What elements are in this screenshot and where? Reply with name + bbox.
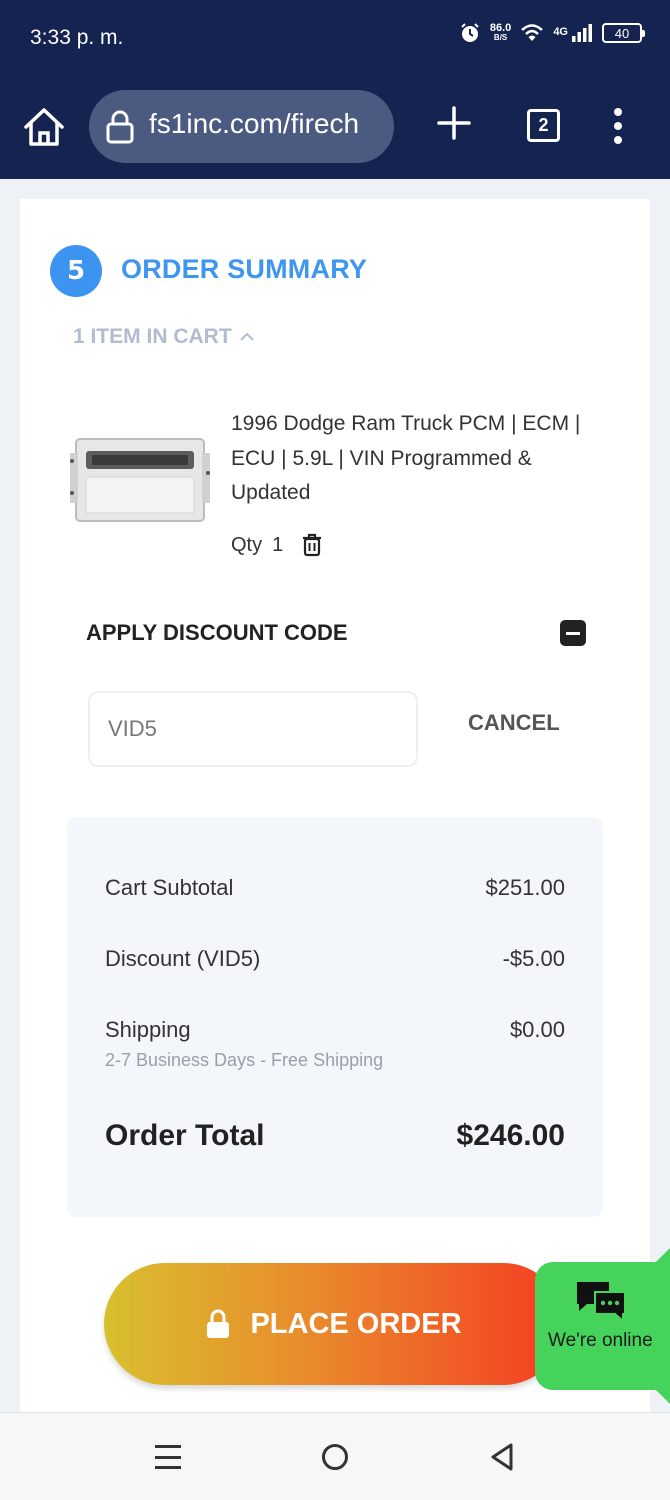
discount-row: Discount (VID5) -$5.00 xyxy=(105,946,565,972)
discount-value: -$5.00 xyxy=(502,946,565,971)
discount-label: Discount (VID5) xyxy=(105,946,261,971)
place-order-button[interactable]: PLACE ORDER xyxy=(104,1263,564,1385)
browser-header: 3:33 p. m. 86.0 B/S 4G 40 fs1inc.com/fir… xyxy=(0,0,670,179)
speed-unit: B/S xyxy=(493,33,508,42)
order-summary-card: 5 ORDER SUMMARY 1 ITEM IN CART 1996 Dodg… xyxy=(20,199,650,1412)
trash-icon[interactable] xyxy=(301,533,323,557)
shipping-value: $0.00 xyxy=(509,1017,565,1042)
alarm-icon xyxy=(461,23,479,42)
chat-widget[interactable]: We're online xyxy=(535,1248,670,1404)
place-order-label: PLACE ORDER xyxy=(250,1307,462,1340)
new-tab-plus-icon[interactable] xyxy=(437,106,471,140)
network-type: 4G xyxy=(553,26,568,38)
status-icons: 86.0 B/S 4G 40 xyxy=(459,22,645,44)
recents-icon[interactable] xyxy=(155,1445,181,1469)
step-number: 5 xyxy=(66,256,86,286)
subtotal-value: $251.00 xyxy=(485,875,565,900)
subtotal-label: Cart Subtotal xyxy=(105,875,234,900)
lock-icon xyxy=(106,110,134,144)
tab-count: 2 xyxy=(538,115,549,135)
lock-icon xyxy=(207,1309,230,1338)
tab-switcher-button[interactable]: 2 xyxy=(527,109,560,142)
home-icon[interactable] xyxy=(22,106,66,148)
discount-section-title[interactable]: APPLY DISCOUNT CODE xyxy=(86,620,348,646)
battery-level: 40 xyxy=(614,25,630,41)
order-total-value: $246.00 xyxy=(456,1119,565,1152)
subtotal-row: Cart Subtotal $251.00 xyxy=(105,875,565,901)
product-name[interactable]: 1996 Dodge Ram Truck PCM | ECM | ECU | 5… xyxy=(231,407,601,511)
order-total-row: Order Total $246.00 xyxy=(105,1119,565,1153)
chat-bubbles-icon xyxy=(577,1282,626,1324)
section-title: ORDER SUMMARY xyxy=(121,254,368,284)
step-badge: 5 xyxy=(50,245,102,297)
order-total-label: Order Total xyxy=(105,1119,265,1152)
items-in-cart-label: 1 ITEM IN CART xyxy=(73,325,232,348)
wifi-icon xyxy=(521,24,544,41)
chat-status-label: We're online xyxy=(548,1330,653,1351)
url-text: fs1inc.com/firech xyxy=(149,108,360,139)
chevron-up-icon xyxy=(239,332,254,341)
battery-icon: 40 xyxy=(602,23,645,43)
system-nav-bar xyxy=(0,1412,670,1500)
product-image xyxy=(70,438,210,522)
home-circle-icon[interactable] xyxy=(322,1444,348,1470)
shipping-label: Shipping xyxy=(105,1017,191,1042)
qty-label: Qty xyxy=(231,533,263,556)
quantity-row: Qty 1 xyxy=(231,533,323,557)
shipping-row: Shipping $0.00 xyxy=(105,1017,565,1043)
address-bar[interactable]: fs1inc.com/firech xyxy=(89,90,394,163)
collapse-minus-icon[interactable] xyxy=(560,620,586,646)
shipping-note: 2-7 Business Days - Free Shipping xyxy=(105,1050,384,1070)
speed-value: 86.0 xyxy=(489,22,512,34)
qty-value: 1 xyxy=(272,533,284,556)
status-time: 3:33 p. m. xyxy=(30,26,124,49)
more-menu-icon[interactable] xyxy=(608,108,628,144)
network-speed: 86.0 B/S xyxy=(490,23,511,43)
discount-code-input[interactable] xyxy=(88,691,418,767)
totals-box: Cart Subtotal $251.00 Discount (VID5) -$… xyxy=(67,817,603,1217)
items-in-cart-toggle[interactable]: 1 ITEM IN CART xyxy=(73,325,254,349)
cancel-discount-button[interactable]: CANCEL xyxy=(468,710,560,736)
signal-icon xyxy=(572,24,592,42)
back-triangle-icon[interactable] xyxy=(490,1443,514,1471)
